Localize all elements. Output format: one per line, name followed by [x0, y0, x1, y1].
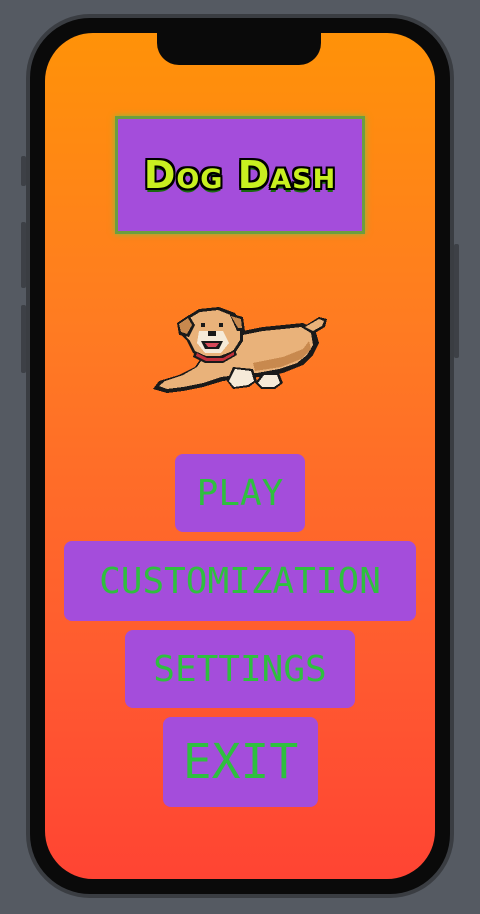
- exit-button-label: EXIT: [182, 734, 299, 790]
- customization-button-label: CUSTOMIZATION: [99, 560, 381, 602]
- settings-button[interactable]: SETTINGS: [125, 630, 355, 708]
- title-banner: Dog Dash: [115, 116, 365, 234]
- dog-icon: [153, 307, 327, 393]
- play-button[interactable]: PLAY: [175, 454, 305, 532]
- settings-button-label: SETTINGS: [153, 648, 327, 690]
- game-title: Dog Dash: [143, 153, 337, 197]
- power-button: [454, 244, 459, 358]
- play-button-label: PLAY: [196, 472, 284, 514]
- exit-button[interactable]: EXIT: [163, 717, 318, 807]
- notch: [157, 33, 321, 65]
- customization-button[interactable]: CUSTOMIZATION: [64, 541, 416, 621]
- game-screen: Dog Dash PLAY CUSTOMIZATION SETTINGS EXI…: [45, 33, 435, 879]
- phone-frame: Dog Dash PLAY CUSTOMIZATION SETTINGS EXI…: [26, 14, 454, 898]
